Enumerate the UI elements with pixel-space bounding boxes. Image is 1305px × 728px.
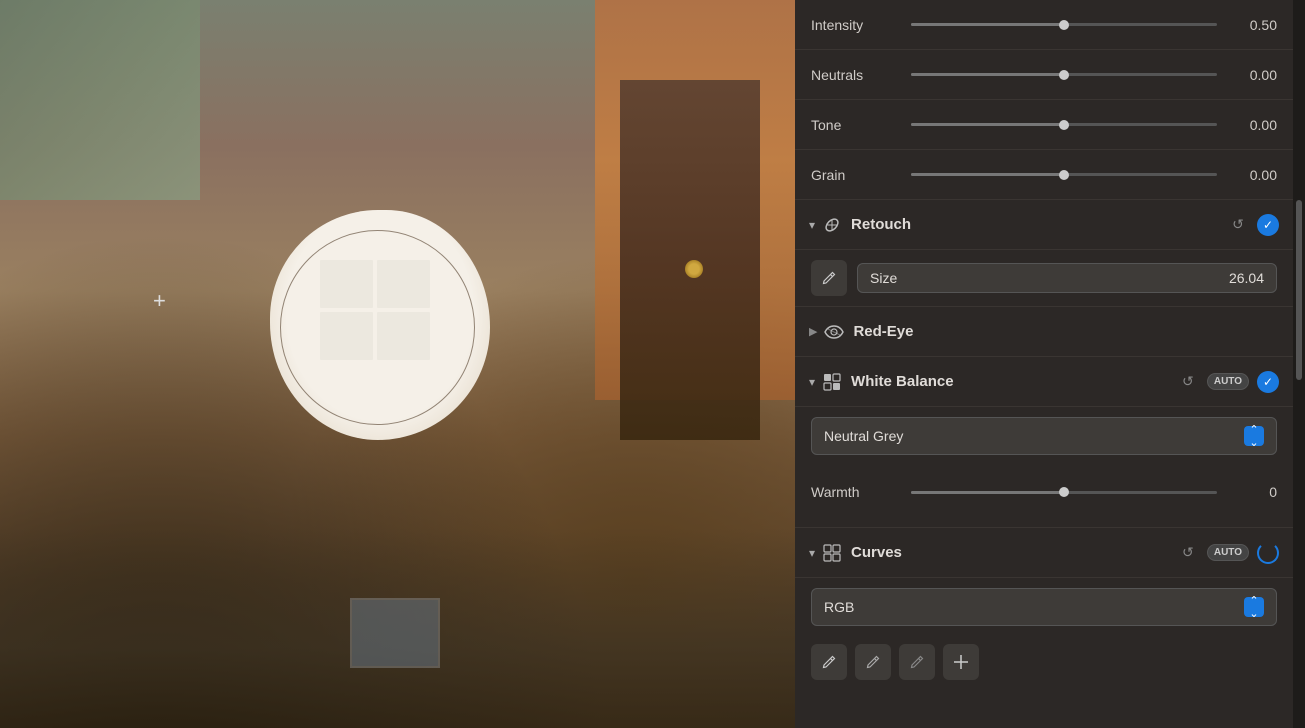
size-field[interactable]: Size 26.04	[857, 263, 1277, 293]
wb-reset-button[interactable]: ↺	[1177, 371, 1199, 393]
wb-preset-dropdown[interactable]: Neutral Grey ⌃⌄	[811, 417, 1277, 455]
neutrals-track[interactable]	[911, 73, 1217, 76]
grain-fill	[911, 173, 1064, 176]
warmth-label: Warmth	[811, 484, 901, 500]
retouch-enabled-toggle[interactable]: ✓	[1257, 214, 1279, 236]
curves-channel-dropdown[interactable]: RGB ⌃⌄	[811, 588, 1277, 626]
retouch-title: Retouch	[851, 216, 1227, 233]
curves-body: RGB ⌃⌄	[795, 578, 1293, 696]
curves-tool-row	[811, 638, 1277, 686]
neutrals-row: Neutrals 0.00	[795, 50, 1293, 100]
curves-title: Curves	[851, 544, 1177, 561]
redeye-chevron-icon[interactable]: ▶	[809, 325, 817, 338]
curves-auto-badge[interactable]: AUTO	[1207, 544, 1249, 561]
pencil-icon	[821, 270, 837, 286]
wb-actions: ↺ AUTO ✓	[1177, 371, 1279, 393]
curves-chevron-icon[interactable]: ▾	[809, 546, 815, 560]
intensity-track[interactable]	[911, 23, 1217, 26]
neutrals-value: 0.00	[1227, 67, 1277, 83]
dark-point-icon	[821, 654, 837, 670]
wb-icon-svg	[823, 373, 841, 391]
curves-reset-button[interactable]: ↺	[1177, 542, 1199, 564]
redeye-section-header[interactable]: ▶ Red-Eye	[795, 307, 1293, 357]
mid-point-icon	[865, 654, 881, 670]
wb-section-header[interactable]: ▾ White Balance ↺ AUTO ✓	[795, 357, 1293, 407]
scrollbar-thumb[interactable]	[1296, 200, 1302, 380]
neutrals-thumb[interactable]	[1059, 70, 1069, 80]
curves-dark-point-button[interactable]	[811, 644, 847, 680]
size-label: Size	[870, 270, 897, 286]
wb-dropdown-arrow-icon: ⌃⌄	[1244, 426, 1264, 446]
panel-scrollable[interactable]: Intensity 0.50 Neutrals 0.00 Tone	[795, 0, 1293, 728]
neutrals-fill	[911, 73, 1064, 76]
tone-fill	[911, 123, 1064, 126]
wb-body: Neutral Grey ⌃⌄ Warmth 0	[795, 407, 1293, 528]
warmth-thumb[interactable]	[1059, 487, 1069, 497]
wb-preset-label: Neutral Grey	[824, 428, 903, 444]
size-value: 26.04	[1229, 270, 1264, 286]
curves-icon	[821, 542, 843, 564]
wb-icon	[821, 371, 843, 393]
building-top-left	[0, 0, 200, 200]
curves-loading-indicator	[1257, 542, 1279, 564]
tone-thumb[interactable]	[1059, 120, 1069, 130]
intensity-thumb[interactable]	[1059, 20, 1069, 30]
warmth-track[interactable]	[911, 491, 1217, 494]
wb-enabled-toggle[interactable]: ✓	[1257, 371, 1279, 393]
scrollbar-track[interactable]	[1293, 0, 1305, 728]
eye-icon-svg	[824, 325, 844, 339]
warmth-value: 0	[1227, 484, 1277, 500]
intensity-row: Intensity 0.50	[795, 0, 1293, 50]
curves-mid-point-button[interactable]	[855, 644, 891, 680]
redeye-eye-icon	[823, 321, 845, 343]
retouch-actions: ↺ ✓	[1227, 214, 1279, 236]
curves-section-header[interactable]: ▾ Curves ↺ AUTO	[795, 528, 1293, 578]
curves-actions: ↺ AUTO	[1177, 542, 1279, 564]
tone-label: Tone	[811, 117, 901, 133]
right-panel: Intensity 0.50 Neutrals 0.00 Tone	[795, 0, 1305, 728]
retouch-tool-row: Size 26.04	[811, 260, 1277, 296]
warmth-fill	[911, 491, 1064, 494]
image-canvas[interactable]: +	[0, 0, 795, 728]
grain-label: Grain	[811, 167, 901, 183]
grain-thumb[interactable]	[1059, 170, 1069, 180]
window-bottom	[350, 598, 440, 668]
grain-track[interactable]	[911, 173, 1217, 176]
retouch-circle-outline	[280, 230, 475, 425]
retouch-section-header[interactable]: ▾ Retouch ↺ ✓	[795, 200, 1293, 250]
wb-auto-badge[interactable]: AUTO	[1207, 373, 1249, 390]
curves-dropdown-arrow-icon: ⌃⌄	[1244, 597, 1264, 617]
retouch-pencil-button[interactable]	[811, 260, 847, 296]
intensity-fill	[911, 23, 1064, 26]
intensity-label: Intensity	[811, 17, 901, 33]
curves-add-point-button[interactable]	[943, 644, 979, 680]
grain-value: 0.00	[1227, 167, 1277, 183]
retouch-icon-svg	[823, 216, 841, 234]
wb-preset-row: Neutral Grey ⌃⌄	[811, 417, 1277, 455]
neutrals-label: Neutrals	[811, 67, 901, 83]
curves-channel-label: RGB	[824, 599, 854, 615]
lamp	[685, 260, 703, 278]
curves-light-point-button[interactable]	[899, 644, 935, 680]
grain-row: Grain 0.00	[795, 150, 1293, 200]
intensity-value: 0.50	[1227, 17, 1277, 33]
retouch-body: Size 26.04	[795, 250, 1293, 307]
wb-chevron-icon[interactable]: ▾	[809, 375, 815, 389]
retouch-chevron-icon[interactable]: ▾	[809, 218, 815, 232]
curves-icon-svg	[823, 544, 841, 562]
retouch-bandaid-icon	[821, 214, 843, 236]
slider-group-top: Intensity 0.50 Neutrals 0.00 Tone	[795, 0, 1293, 200]
wb-title: White Balance	[851, 373, 1177, 390]
tone-track[interactable]	[911, 123, 1217, 126]
tone-row: Tone 0.00	[795, 100, 1293, 150]
retouch-reset-button[interactable]: ↺	[1227, 214, 1249, 236]
light-point-icon	[909, 654, 925, 670]
warmth-row: Warmth 0	[811, 467, 1277, 517]
tone-value: 0.00	[1227, 117, 1277, 133]
plus-crosshair-icon	[952, 653, 970, 671]
redeye-title: Red-Eye	[853, 323, 913, 340]
